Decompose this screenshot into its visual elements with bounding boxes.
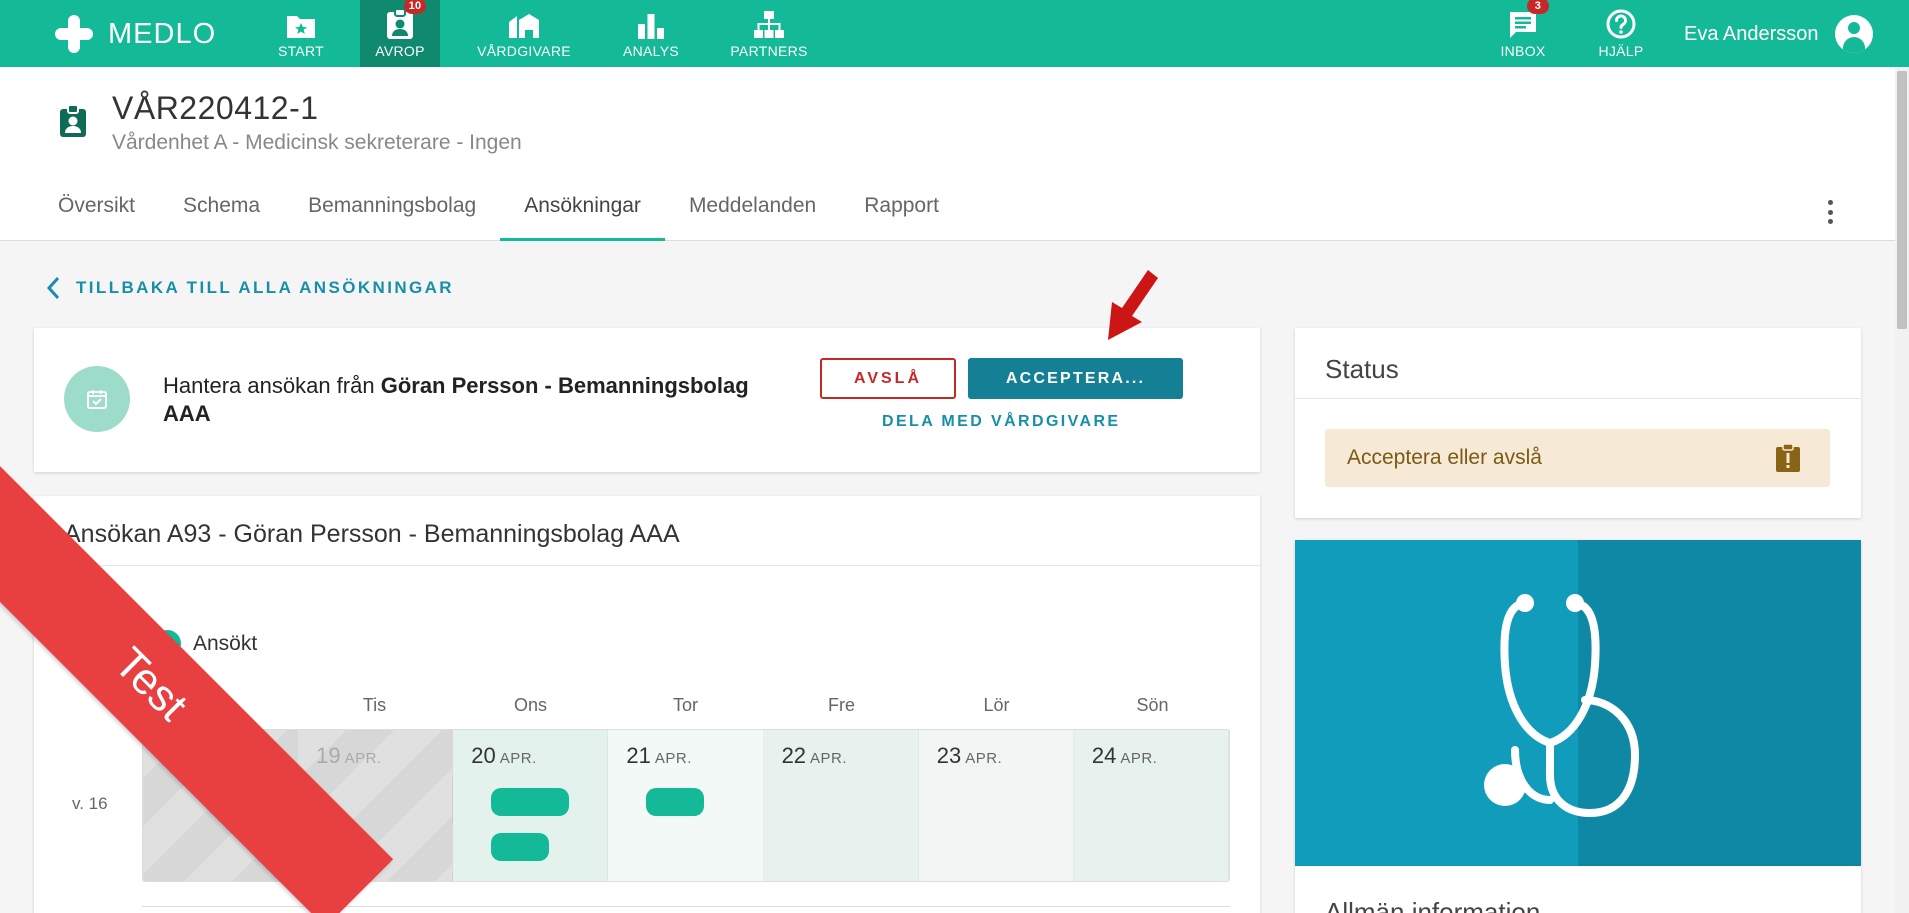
calendar-day[interactable]: 20 APR. [453, 730, 609, 881]
page-title: VÅR220412-1 [112, 90, 319, 126]
weekday-sat: Lör [983, 695, 1010, 715]
calendar-week-row: 18 APR. 19 APR. 20 APR. 21 APR. 22 APR. 23 APR… [142, 729, 1230, 882]
tab-ansokningar[interactable]: Ansökningar [500, 171, 665, 241]
hospital-building-icon [509, 14, 539, 38]
stethoscope-icon [1484, 594, 1640, 818]
application-title: Ansökan A93 - Göran Persson - Bemannings… [64, 520, 680, 548]
calendar-day[interactable]: 24 APR. [1073, 730, 1229, 881]
nav-vardgivare[interactable]: VÅRDGIVARE [476, 0, 572, 67]
legend-label: Ansökt [193, 631, 258, 655]
nav-analys-label: ANALYS [622, 43, 679, 59]
weekday-mon: Mån [201, 695, 237, 715]
org-chart-icon [754, 11, 784, 38]
calendar-next-week-row [142, 906, 1230, 913]
nav-partners[interactable]: PARTNERS [726, 0, 812, 67]
share-with-caregiver-link[interactable]: DELA MED VÅRDGIVARE [882, 413, 1121, 431]
general-info-card: Allmän information [1295, 866, 1861, 913]
day-date: 18 APR. [161, 743, 227, 768]
calendar-day[interactable]: 22 APR. [763, 730, 919, 881]
applied-shift[interactable] [646, 788, 705, 816]
tab-bemanningsbolag[interactable]: Bemanningsbolag [284, 171, 500, 241]
clipboard-alert-icon [1776, 443, 1800, 472]
red-arrow-annotation [1108, 270, 1158, 340]
handle-prefix: Hantera ansökan från [163, 373, 381, 398]
user-name: Eva Andersson [1684, 22, 1819, 45]
calendar-day[interactable]: 23 APR. [918, 730, 1074, 881]
avrop-badge: 10 [404, 0, 426, 14]
calendar-check-icon [64, 366, 130, 432]
day-date: 22 APR. [781, 743, 848, 768]
user-menu[interactable]: Eva Andersson [1684, 14, 1873, 54]
nav-inbox[interactable]: 3 INBOX [1494, 0, 1552, 67]
application-card: Ansökan A93 - Göran Persson - Bemannings… [34, 496, 1260, 913]
applied-shift[interactable] [491, 833, 550, 861]
nav-avrop-label: AVROP [375, 43, 425, 59]
page-header: VÅR220412-1 Vårdenhet A - Medicinsk sekr… [0, 67, 1895, 241]
reject-button[interactable]: AVSLÅ [820, 358, 956, 399]
day-date: 24 APR. [1091, 743, 1158, 768]
scrollbar-thumb[interactable] [1897, 71, 1907, 329]
medlo-cross-icon [55, 15, 93, 53]
page-subtitle: Vårdenhet A - Medicinsk sekreterare - In… [112, 131, 522, 154]
general-info-title: Allmän information [1325, 897, 1541, 913]
accept-button[interactable]: ACCEPTERA... [968, 358, 1183, 399]
more-options-icon[interactable] [1820, 197, 1840, 227]
inbox-badge: 3 [1527, 0, 1549, 14]
status-card: Status Acceptera eller avslå [1295, 328, 1861, 518]
day-date: 21 APR. [626, 743, 692, 768]
nav-analys[interactable]: ANALYS [618, 0, 684, 67]
nav-vardgivare-label: VÅRDGIVARE [477, 43, 571, 59]
status-title: Status [1325, 354, 1399, 384]
weekday-tue: Tis [362, 695, 387, 715]
nav-help-label: HJÄLP [1598, 43, 1644, 59]
profession-image [1295, 540, 1861, 866]
status-alert: Acceptera eller avslå [1325, 429, 1830, 487]
day-date: 19 APR. [316, 743, 382, 768]
avatar-icon [1834, 15, 1873, 53]
bar-chart-icon [638, 14, 664, 39]
back-link-label: TILLBAKA TILL ALLA ANSÖKNINGAR [76, 278, 454, 297]
message-icon [1510, 12, 1536, 38]
calendar-day: 18 APR. [143, 730, 299, 881]
week-number: v. 16 [72, 794, 108, 813]
divider [34, 565, 1260, 566]
clipboard-account-icon [58, 104, 88, 143]
page-scrollbar[interactable] [1895, 67, 1909, 913]
medlo-logo[interactable]: MEDLO [55, 10, 216, 58]
nav-inbox-label: INBOX [1500, 43, 1546, 59]
tab-meddelanden[interactable]: Meddelanden [665, 171, 840, 241]
nav-start[interactable]: START [270, 0, 332, 67]
tab-bar: Översikt Schema Bemanningsbolag Ansöknin… [34, 171, 963, 241]
applied-shift[interactable] [491, 788, 570, 816]
calendar-day[interactable]: 21 APR. [608, 730, 764, 881]
divider [1295, 398, 1861, 399]
handle-application-card: Hantera ansökan från Göran Persson - Bem… [34, 328, 1260, 472]
calendar-day: 19 APR. [298, 730, 454, 881]
nav-help[interactable]: HJÄLP [1590, 0, 1652, 67]
nav-start-label: START [277, 43, 325, 59]
weekday-fri: Fre [828, 695, 855, 715]
handle-application-text: Hantera ansökan från Göran Persson - Bem… [163, 372, 763, 428]
weekday-sun: Sön [1136, 695, 1169, 715]
legend-dot [154, 630, 181, 657]
tab-rapport[interactable]: Rapport [840, 171, 963, 241]
weekday-wed: Ons [513, 695, 547, 715]
status-alert-text: Acceptera eller avslå [1347, 446, 1542, 469]
tab-oversikt[interactable]: Översikt [34, 171, 159, 241]
tab-schema[interactable]: Schema [159, 171, 284, 241]
help-circle-icon [1606, 9, 1636, 39]
back-to-applications-link[interactable]: TILLBAKA TILL ALLA ANSÖKNINGAR [46, 276, 454, 300]
day-date: 20 APR. [471, 743, 537, 768]
day-date: 23 APR. [936, 743, 1003, 768]
nav-avrop[interactable]: 10 AVROP [360, 0, 440, 67]
folder-star-icon [287, 16, 315, 38]
top-navigation-bar: MEDLO START 10 AVROP VÅRDGIVARE ANALYS P… [0, 0, 1909, 67]
nav-partners-label: PARTNERS [730, 43, 808, 59]
legend-applied: Ansökt [154, 630, 257, 657]
weekday-thu: Tor [672, 695, 698, 715]
chevron-left-icon [46, 276, 60, 300]
logo-text: MEDLO [108, 17, 217, 50]
